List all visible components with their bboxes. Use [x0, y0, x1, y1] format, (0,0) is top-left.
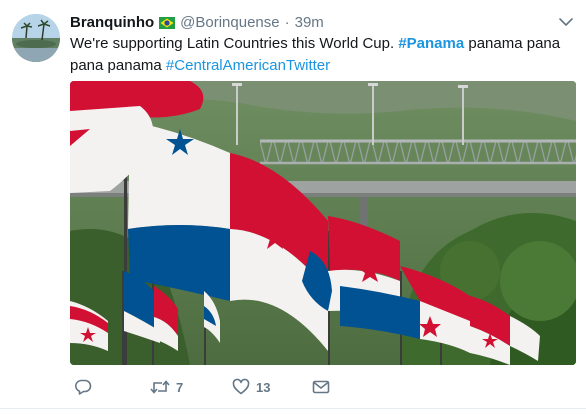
header-separator: ·: [284, 13, 290, 31]
panama-flags-photo: [70, 81, 576, 365]
tweet-text: We're supporting Latin Countries this Wo…: [70, 33, 575, 77]
tweet[interactable]: Branquinho @Borinquense · 39m We're supp…: [0, 0, 586, 415]
tweet-photo[interactable]: [70, 81, 576, 365]
tweet-text-segment: We're supporting Latin Countries this Wo…: [70, 35, 399, 52]
hashtag-link[interactable]: #CentralAmericanTwitter: [166, 57, 330, 74]
hashtag-link[interactable]: #Panama: [398, 35, 464, 52]
heart-icon: [232, 378, 250, 395]
reply-icon: [75, 379, 92, 395]
avatar[interactable]: [12, 14, 60, 62]
flag-brazil-icon: [159, 16, 176, 29]
tweet-header: Branquinho @Borinquense · 39m: [70, 12, 546, 32]
envelope-icon: [312, 380, 330, 394]
retweet-count: 7: [176, 379, 184, 395]
tweet-timestamp[interactable]: 39m: [295, 14, 324, 31]
display-name[interactable]: Branquinho: [70, 14, 154, 31]
reply-button[interactable]: [74, 378, 98, 396]
like-button[interactable]: 13: [232, 378, 270, 396]
divider: [0, 408, 586, 409]
retweet-button[interactable]: 7: [150, 378, 183, 396]
user-handle[interactable]: @Borinquense: [180, 14, 279, 31]
chevron-down-icon[interactable]: [558, 14, 574, 30]
direct-message-button[interactable]: [312, 378, 330, 396]
retweet-icon: [150, 380, 170, 394]
like-count: 13: [256, 379, 271, 395]
